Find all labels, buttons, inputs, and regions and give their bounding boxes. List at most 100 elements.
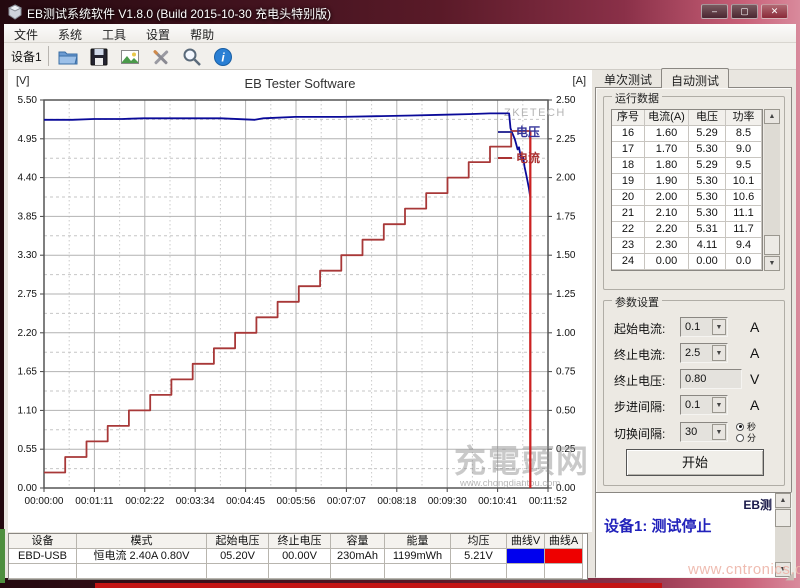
watermark-cntronics: www.cntronics.com: [688, 561, 800, 578]
chevron-down-icon[interactable]: ▼: [712, 397, 726, 413]
scrollbar-thumb[interactable]: [775, 509, 791, 527]
export-image-button[interactable]: [118, 45, 142, 68]
table-cell: 23: [612, 238, 645, 254]
save-button[interactable]: [87, 45, 111, 68]
table-cell: [451, 564, 507, 579]
table-row[interactable]: 212.105.3011.1: [612, 206, 762, 222]
table-cell: 功率(W): [726, 110, 762, 126]
minimize-button[interactable]: –: [701, 4, 728, 19]
table-row[interactable]: 161.605.298.5: [612, 126, 762, 142]
table-cell: 电压(V): [689, 110, 726, 126]
open-folder-icon: [57, 46, 79, 68]
step-interval-label: 步进间隔:: [614, 398, 665, 415]
device-selector[interactable]: 设备1: [11, 48, 42, 65]
svg-text:充電頭网: 充電頭网: [454, 443, 590, 479]
table-cell: 电流(A): [645, 110, 689, 126]
app-window: EB测试系统软件 V1.8.0 (Build 2015-10-30 充电头特别版…: [0, 0, 800, 588]
table-row[interactable]: 202.005.3010.6: [612, 190, 762, 206]
svg-text:4.95: 4.95: [18, 134, 38, 145]
svg-text:2.20: 2.20: [18, 328, 38, 339]
svg-text:3.85: 3.85: [18, 211, 38, 222]
run-table-header: 序号电流(A)电压(V)功率(W): [612, 110, 762, 126]
chevron-down-icon[interactable]: ▼: [712, 319, 726, 335]
table-cell: 4.11: [689, 238, 726, 254]
start-button[interactable]: 开始: [626, 449, 764, 476]
menu-item-0[interactable]: 文件: [4, 24, 48, 42]
close-button[interactable]: ✕: [761, 4, 788, 19]
table-cell: [77, 564, 207, 579]
table-row[interactable]: 181.805.299.5: [612, 158, 762, 174]
menu-item-3[interactable]: 设置: [136, 24, 180, 42]
table-cell: 24: [612, 254, 645, 270]
info-button[interactable]: i: [211, 45, 235, 68]
table-cell: 20: [612, 190, 645, 206]
title-bar: EB测试系统软件 V1.8.0 (Build 2015-10-30 充电头特别版…: [0, 0, 800, 24]
svg-text:00:10:41: 00:10:41: [478, 496, 517, 507]
menu-item-1[interactable]: 系统: [48, 24, 92, 42]
table-cell: 5.29: [689, 126, 726, 142]
svg-text:1.50: 1.50: [556, 250, 576, 261]
settings-tools-button[interactable]: [149, 45, 173, 68]
test-mode-tabs: 单次测试 自动测试: [595, 68, 729, 88]
svg-text:1.10: 1.10: [18, 405, 38, 416]
scroll-down-icon[interactable]: ▼: [764, 256, 780, 271]
table-cell: 5.30: [689, 190, 726, 206]
end-voltage-field[interactable]: 0.80: [680, 369, 742, 389]
table-cell: [9, 564, 77, 579]
scroll-up-icon[interactable]: ▲: [764, 109, 780, 124]
window-controls: – ▢ ✕: [701, 4, 788, 19]
table-cell: 模式: [77, 534, 207, 549]
menu-item-4[interactable]: 帮助: [180, 24, 224, 42]
svg-text:0.50: 0.50: [556, 405, 576, 416]
end-current-select[interactable]: 2.5 ▼: [680, 343, 728, 363]
curve-v-swatch: [507, 549, 544, 563]
image-icon: [119, 46, 141, 68]
table-row[interactable]: 191.905.3010.1: [612, 174, 762, 190]
svg-text:ZKETECH: ZKETECH: [504, 107, 566, 119]
svg-text:1.75: 1.75: [556, 211, 576, 222]
table-cell: 2.00: [645, 190, 689, 206]
run-data-group: 运行数据 序号电流(A)电压(V)功率(W)161.605.298.5171.7…: [603, 96, 785, 290]
svg-text:电流: 电流: [516, 150, 540, 165]
table-cell: [545, 564, 583, 579]
table-cell: 9.0: [726, 142, 762, 158]
table-cell: 1.90: [645, 174, 689, 190]
auto-test-panel: 运行数据 序号电流(A)电压(V)功率(W)161.605.298.5171.7…: [595, 87, 792, 508]
scroll-up-icon[interactable]: ▲: [775, 493, 791, 508]
switch-interval-select[interactable]: 30 ▼: [680, 422, 728, 442]
open-button[interactable]: [56, 45, 80, 68]
chevron-down-icon[interactable]: ▼: [712, 345, 726, 361]
run-table-scrollbar[interactable]: ▲ ▼: [764, 109, 780, 271]
table-row[interactable]: 240.000.000.0: [612, 254, 762, 270]
table-cell: EBD-USB: [9, 549, 77, 564]
step-interval-unit: A: [750, 397, 759, 413]
table-row[interactable]: 171.705.309.0: [612, 142, 762, 158]
table-row[interactable]: 222.205.3111.7: [612, 222, 762, 238]
radio-minutes[interactable]: 分: [736, 432, 756, 443]
tab-single-test[interactable]: 单次测试: [595, 68, 661, 88]
log-corner-text: EB测: [743, 496, 772, 513]
table-row[interactable]: 232.304.119.4: [612, 238, 762, 254]
table-cell: 18: [612, 158, 645, 174]
svg-text:00:08:18: 00:08:18: [377, 496, 416, 507]
table-cell: 21: [612, 206, 645, 222]
svg-text:3.30: 3.30: [18, 250, 38, 261]
chevron-down-icon[interactable]: ▼: [712, 424, 726, 440]
params-group-title: 参数设置: [612, 294, 662, 310]
table-cell: 230mAh: [331, 549, 385, 564]
step-interval-select[interactable]: 0.1 ▼: [680, 395, 728, 415]
svg-text:0.55: 0.55: [18, 444, 38, 455]
desktop-bleed-green: [0, 529, 5, 583]
start-current-select[interactable]: 0.1 ▼: [680, 317, 728, 337]
menu-item-2[interactable]: 工具: [92, 24, 136, 42]
table-cell: 2.20: [645, 222, 689, 238]
svg-text:1.65: 1.65: [18, 367, 38, 378]
svg-text:www.chongdiantou.com: www.chongdiantou.com: [459, 478, 560, 489]
menu-bar: 文件系统工具设置帮助: [4, 24, 796, 43]
start-current-label: 起始电流:: [614, 320, 665, 337]
tab-auto-test[interactable]: 自动测试: [661, 68, 729, 88]
scrollbar-thumb[interactable]: [764, 235, 780, 255]
desktop-bleed-red: [95, 583, 662, 588]
maximize-button[interactable]: ▢: [731, 4, 758, 19]
zoom-button[interactable]: [180, 45, 204, 68]
